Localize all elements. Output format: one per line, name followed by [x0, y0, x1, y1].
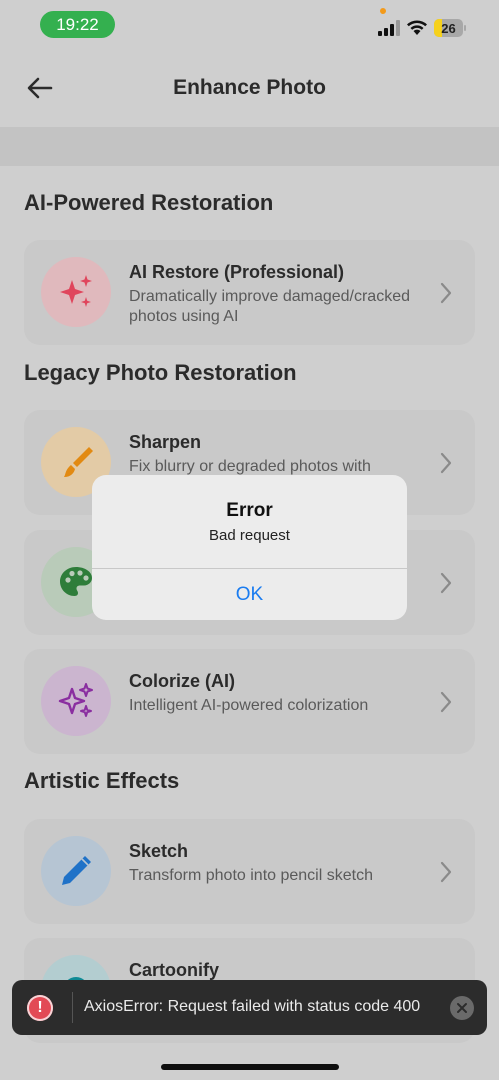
chevron-right-icon	[440, 282, 452, 304]
battery-icon: 26	[434, 19, 466, 37]
privacy-indicator-dot	[380, 8, 386, 14]
home-indicator[interactable]	[161, 1064, 339, 1070]
page-title: Enhance Photo	[173, 76, 326, 99]
close-icon	[457, 1003, 467, 1013]
card-title: AI Restore (Professional)	[129, 262, 345, 282]
dialog-message: Bad request	[209, 527, 290, 544]
status-bar: 19:22 26	[0, 0, 499, 52]
chevron-right-icon	[440, 861, 452, 883]
card-ai-restore[interactable]: AI Restore (Professional) Dramatically i…	[24, 240, 475, 345]
error-toast: ! AxiosError: Request failed with status…	[12, 980, 487, 1035]
wifi-icon	[407, 20, 427, 35]
card-icon-circle	[41, 666, 111, 736]
sparkles-icon	[60, 275, 92, 307]
card-title: Cartoonify	[129, 960, 219, 980]
header-divider-strip	[0, 127, 499, 166]
chevron-right-icon	[440, 691, 452, 713]
toast-message: AxiosError: Request failed with status c…	[84, 998, 421, 1015]
dialog-ok-button[interactable]: OK	[92, 569, 407, 620]
card-title: Colorize (AI)	[129, 671, 235, 691]
error-dialog: Error Bad request OK	[92, 475, 407, 620]
card-sketch[interactable]: Sketch Transform photo into pencil sketc…	[24, 819, 475, 924]
battery-level: 26	[441, 20, 456, 36]
app-header: Enhance Photo	[0, 52, 499, 127]
palette-icon	[60, 567, 92, 596]
section-title-ai: AI-Powered Restoration	[24, 190, 274, 215]
error-circle-icon: !	[27, 995, 53, 1021]
toast-close-button[interactable]	[450, 996, 474, 1020]
sparkles-icon	[58, 683, 93, 717]
card-description: Fix blurry or degraded photos with	[129, 458, 371, 475]
chevron-right-icon	[440, 572, 452, 594]
card-icon-circle	[41, 257, 111, 327]
card-colorize[interactable]: Colorize (AI) Intelligent AI-powered col…	[24, 649, 475, 754]
card-description: Dramatically improve damaged/cracked pho…	[129, 288, 410, 325]
section-title-legacy: Legacy Photo Restoration	[24, 360, 297, 385]
card-description: Transform photo into pencil sketch	[129, 867, 373, 884]
dialog-title: Error	[226, 500, 273, 521]
card-description: Intelligent AI-powered colorization	[129, 697, 369, 714]
card-icon-circle	[41, 836, 111, 906]
section-title-artistic: Artistic Effects	[24, 768, 180, 793]
card-title: Sketch	[129, 841, 189, 861]
status-time: 19:22	[40, 11, 115, 38]
pencil-icon	[62, 856, 91, 885]
card-title: Sharpen	[129, 432, 202, 452]
cellular-signal-icon	[378, 20, 400, 36]
paintbrush-icon	[64, 447, 93, 477]
chevron-right-icon	[440, 452, 452, 474]
toast-separator	[72, 992, 73, 1023]
